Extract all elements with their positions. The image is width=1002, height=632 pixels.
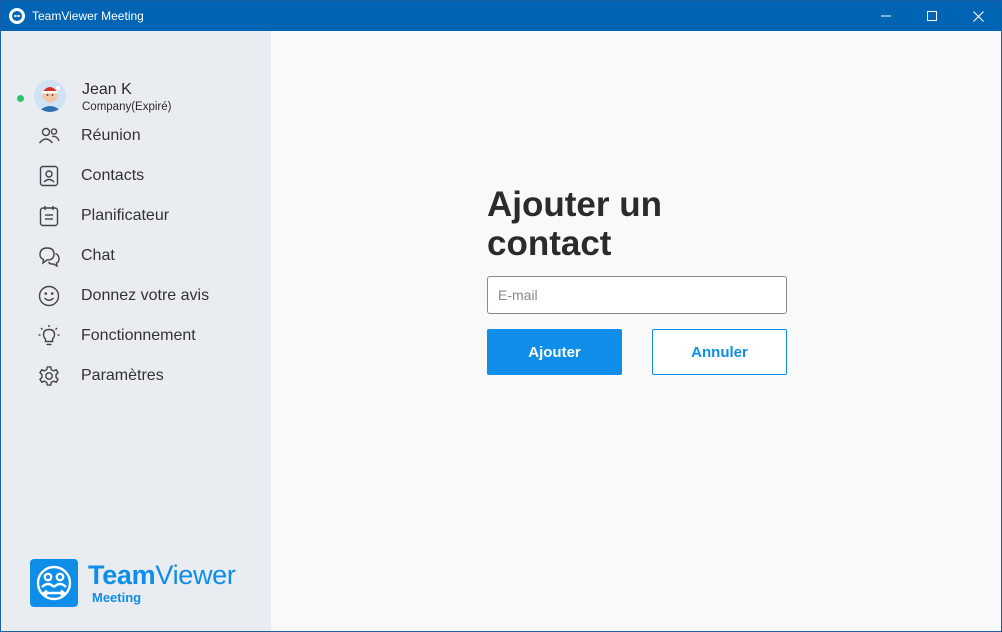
close-icon[interactable] [955, 1, 1001, 31]
logo-brand-bold: Team [88, 560, 156, 590]
sidebar-item-label: Chat [81, 247, 115, 264]
contact-card-icon [35, 162, 63, 190]
app-window: TeamViewer Meeting Jean K Company(Expiré… [0, 0, 1002, 632]
sidebar-item-parametres[interactable]: Paramètres [35, 361, 265, 391]
title-bar[interactable]: TeamViewer Meeting [1, 1, 1001, 31]
sidebar-item-reunion[interactable]: Réunion [35, 121, 265, 151]
sidebar-item-chat[interactable]: Chat [35, 241, 265, 271]
window-title: TeamViewer Meeting [32, 9, 144, 23]
logo-product: Meeting [92, 590, 142, 605]
sidebar-item-label: Donnez votre avis [81, 287, 210, 304]
user-company: Company(Expiré) [82, 101, 172, 113]
user-name: Jean K [82, 81, 132, 98]
add-contact-button[interactable]: Ajouter [487, 329, 622, 375]
sidebar-item-fonctionnement[interactable]: Fonctionnement [35, 321, 265, 351]
sidebar-item-label: Contacts [81, 167, 145, 184]
sidebar-item-planificateur[interactable]: Planificateur [35, 201, 265, 231]
avatar[interactable] [34, 80, 66, 112]
main-panel: Ajouter un contact Ajouter Annuler [271, 31, 1001, 631]
lightbulb-icon [35, 322, 63, 350]
sidebar-item-label: Paramètres [81, 367, 164, 384]
chat-bubbles-icon [35, 242, 63, 270]
online-status-dot [17, 95, 24, 102]
people-icon [35, 122, 63, 150]
maximize-icon[interactable] [909, 1, 955, 31]
cancel-button[interactable]: Annuler [652, 329, 787, 375]
gear-icon [35, 362, 63, 390]
logo-brand-regular: Viewer [155, 560, 236, 590]
teamviewer-logo: TeamViewer Meeting [30, 559, 236, 607]
sidebar-item-feedback[interactable]: Donnez votre avis [35, 281, 265, 311]
smiley-icon [35, 282, 63, 310]
sidebar-item-label: Fonctionnement [81, 327, 196, 344]
email-field[interactable] [487, 276, 787, 314]
sidebar-item-contacts[interactable]: Contacts [35, 161, 265, 191]
calendar-icon [35, 202, 63, 230]
sidebar-item-label: Planificateur [81, 207, 170, 224]
minimize-icon[interactable] [863, 1, 909, 31]
teamviewer-logo-icon [30, 559, 78, 607]
teamviewer-app-icon [9, 8, 25, 24]
sidebar: Jean K Company(Expiré) Réunion Contacts … [1, 31, 271, 631]
sidebar-item-label: Réunion [81, 127, 141, 144]
page-title: Ajouter un contact [487, 185, 662, 263]
